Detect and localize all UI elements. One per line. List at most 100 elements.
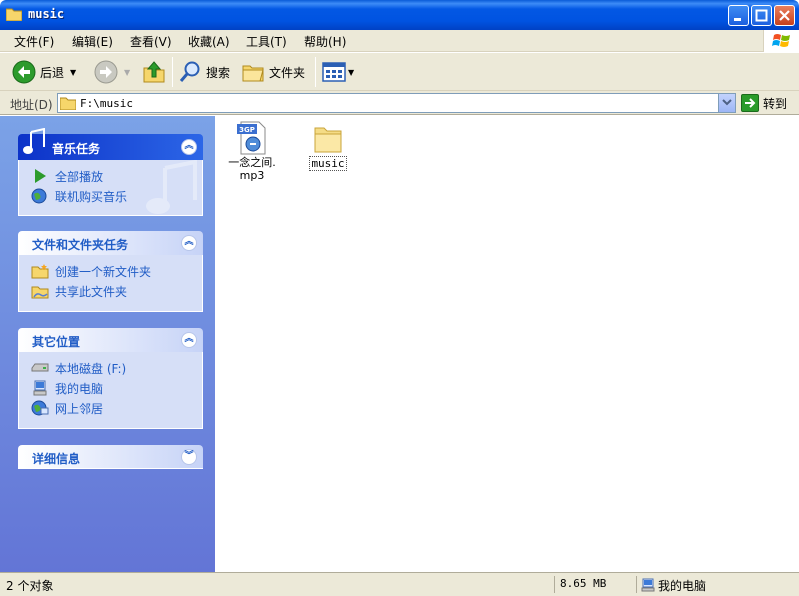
toolbar: 后退 ▼ ▼ 搜索 文件夹 ▼: [0, 53, 799, 91]
toolbar-divider: [315, 57, 316, 87]
collapse-icon[interactable]: ︽: [181, 332, 197, 348]
file-folder-tasks-header[interactable]: 文件和文件夹任务 ︽: [18, 231, 203, 255]
globe-icon: [31, 188, 47, 204]
details-panel: 详细信息 ︾: [18, 445, 203, 469]
go-label: 转到: [763, 96, 788, 111]
search-button[interactable]: 搜索: [178, 59, 230, 85]
network-icon: [31, 400, 49, 416]
chevron-down-icon: [722, 99, 732, 106]
chevron-down-icon[interactable]: ▼: [124, 68, 130, 77]
play-icon: [35, 169, 46, 183]
task-pane: 音乐任务 ︽ 全部播放 联机购买音乐 文件和文件夹任务 ︽ 创建一个新文件夹 共…: [0, 116, 215, 572]
place-local-disk[interactable]: 本地磁盘 (F:): [31, 358, 202, 378]
up-folder-icon: [143, 61, 165, 83]
music-note-icon: [23, 128, 45, 154]
details-title: 详细信息: [32, 452, 81, 466]
music-tasks-header[interactable]: 音乐任务 ︽: [18, 128, 203, 160]
menu-file[interactable]: 文件(F): [14, 33, 54, 50]
task-label: 共享此文件夹: [55, 284, 128, 299]
folder-item[interactable]: music: [299, 120, 357, 171]
other-places-header[interactable]: 其它位置 ︽: [18, 328, 203, 352]
folders-label: 文件夹: [269, 65, 306, 80]
other-places-body: 本地磁盘 (F:) 我的电脑 网上邻居: [18, 352, 203, 429]
views-button[interactable]: ▼: [322, 59, 354, 85]
menu-view[interactable]: 查看(V): [130, 33, 172, 50]
back-label: 后退: [40, 65, 65, 80]
menu-favorites[interactable]: 收藏(A): [188, 33, 230, 50]
back-button[interactable]: 后退 ▼: [12, 59, 76, 85]
3gp-media-file-icon: 3GP: [237, 121, 266, 155]
address-bar: 地址(D) F:\music 转到: [0, 91, 799, 115]
details-header[interactable]: 详细信息 ︾: [18, 445, 203, 469]
expand-icon[interactable]: ︾: [181, 449, 197, 465]
back-arrow-icon: [12, 60, 36, 84]
file-folder-tasks-title: 文件和文件夹任务: [32, 238, 129, 252]
new-folder-icon: [31, 264, 49, 279]
music-tasks-body: 全部播放 联机购买音乐: [18, 160, 203, 216]
collapse-icon[interactable]: ︽: [181, 235, 197, 251]
file-list-view[interactable]: 3GP 一念之间. mp3 music: [215, 116, 799, 572]
music-tasks-title: 音乐任务: [52, 142, 101, 156]
minimize-icon: [734, 18, 741, 21]
close-icon: [779, 10, 790, 21]
task-label: 我的电脑: [55, 381, 104, 396]
toolbar-divider: [172, 57, 173, 87]
status-divider: [554, 576, 555, 593]
maximize-button[interactable]: [751, 5, 772, 26]
my-computer-icon: [641, 578, 655, 592]
address-label: 地址(D): [10, 98, 53, 112]
task-label: 创建一个新文件夹: [55, 264, 152, 279]
folder-name: music: [309, 156, 347, 171]
task-share-folder[interactable]: 共享此文件夹: [31, 281, 202, 301]
status-divider: [636, 576, 637, 593]
menu-tools[interactable]: 工具(T): [246, 33, 287, 50]
close-button[interactable]: [774, 5, 795, 26]
up-folder-button[interactable]: [142, 59, 166, 85]
chevron-down-icon[interactable]: ▼: [70, 68, 76, 77]
folder-icon: [314, 127, 342, 153]
hard-drive-icon: [31, 363, 49, 372]
task-new-folder[interactable]: 创建一个新文件夹: [31, 261, 202, 281]
task-label: 网上邻居: [55, 401, 104, 416]
place-my-computer[interactable]: 我的电脑: [31, 378, 202, 398]
folder-icon: [60, 97, 76, 110]
search-label: 搜索: [206, 65, 231, 80]
file-type-badge: 3GP: [239, 126, 255, 134]
go-button[interactable]: 转到: [741, 94, 787, 112]
shared-folder-icon: [31, 286, 49, 299]
file-extension: mp3: [239, 169, 265, 182]
total-size: 8.65 MB: [560, 577, 607, 590]
forward-arrow-icon: [94, 60, 118, 84]
location-zone: 我的电脑: [658, 579, 707, 593]
task-buy-music-online[interactable]: 联机购买音乐: [31, 186, 202, 206]
address-dropdown-button[interactable]: [718, 94, 735, 112]
my-computer-icon: [33, 380, 47, 396]
task-label: 联机购买音乐: [55, 189, 128, 204]
menu-bar: 文件(F) 编辑(E) 查看(V) 收藏(A) 工具(T) 帮助(H): [0, 30, 799, 52]
other-places-panel: 其它位置 ︽ 本地磁盘 (F:) 我的电脑 网上邻居: [18, 328, 203, 429]
menu-help[interactable]: 帮助(H): [304, 33, 346, 50]
menu-edit[interactable]: 编辑(E): [72, 33, 113, 50]
object-count: 2 个对象: [6, 579, 54, 593]
file-name: 一念之间.: [228, 156, 276, 169]
maximize-icon: [755, 9, 768, 22]
music-tasks-panel: 音乐任务 ︽ 全部播放 联机购买音乐: [18, 128, 203, 216]
window-title: music: [28, 7, 65, 21]
task-label: 本地磁盘 (F:): [55, 361, 127, 376]
file-item[interactable]: 3GP 一念之间. mp3: [223, 120, 281, 182]
address-path: F:\music: [80, 97, 133, 110]
search-icon: [179, 61, 200, 82]
forward-button[interactable]: ▼: [94, 59, 130, 85]
title-bar[interactable]: music: [0, 0, 799, 30]
collapse-icon[interactable]: ︽: [181, 139, 197, 155]
folders-icon: [242, 65, 264, 82]
chevron-down-icon[interactable]: ▼: [348, 68, 354, 77]
go-arrow-icon: [741, 94, 759, 112]
minimize-button[interactable]: [728, 5, 749, 26]
windows-logo-icon: [763, 30, 799, 52]
status-bar: 2 个对象 8.65 MB 我的电脑: [0, 572, 799, 596]
place-network[interactable]: 网上邻居: [31, 398, 202, 418]
task-play-all[interactable]: 全部播放: [31, 166, 202, 186]
address-input[interactable]: F:\music: [57, 93, 736, 113]
folders-button[interactable]: 文件夹: [241, 59, 305, 85]
